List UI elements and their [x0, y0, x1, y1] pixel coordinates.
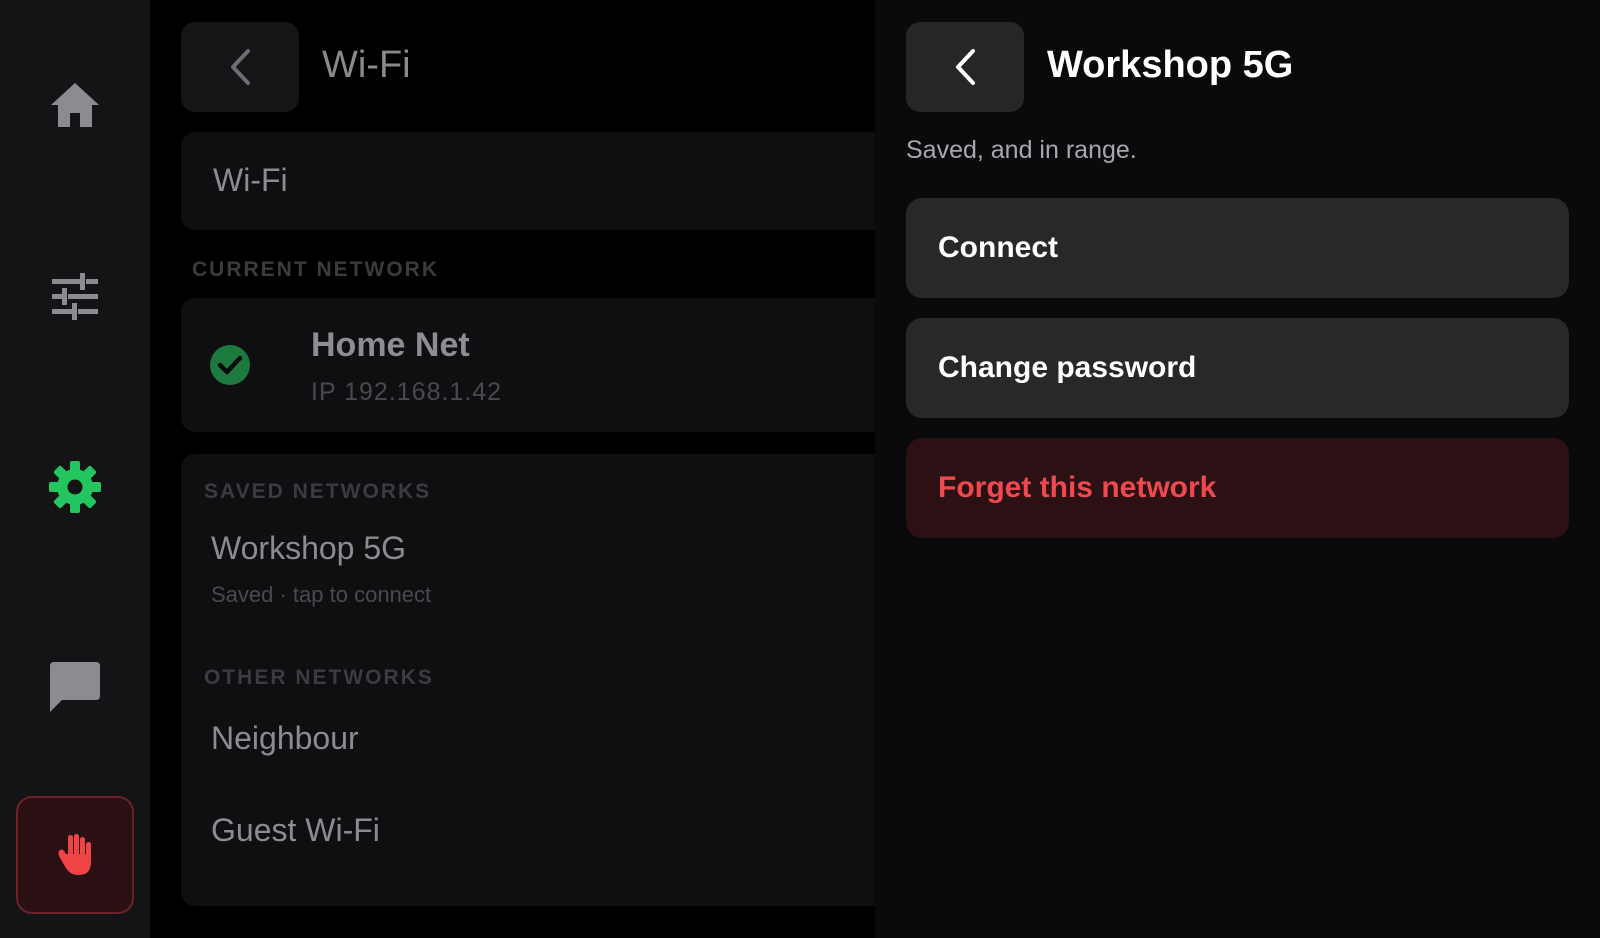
list-item[interactable]: Guest Wi-Fi: [211, 812, 380, 849]
detail-back-button[interactable]: [906, 22, 1024, 112]
connect-button[interactable]: Connect: [906, 198, 1569, 298]
other-networks-heading: OTHER NETWORKS: [204, 666, 434, 689]
networks-card: SAVED NETWORKS Workshop 5G Saved · tap t…: [181, 454, 901, 906]
wifi-toggle-label: Wi-Fi: [213, 162, 288, 198]
emergency-stop-button[interactable]: [16, 796, 134, 914]
sidebar: [0, 0, 150, 938]
forget-network-button[interactable]: Forget this network: [906, 438, 1569, 538]
home-icon: [51, 83, 99, 127]
network-detail-panel: Workshop 5G Saved, and in range. Connect…: [875, 0, 1600, 938]
check-circle-icon: [210, 345, 250, 385]
list-item[interactable]: Neighbour: [211, 720, 359, 757]
sidebar-item-settings[interactable]: [16, 428, 134, 546]
chat-icon: [50, 662, 100, 712]
wifi-list-panel: Wi-Fi Wi-Fi CURRENT NETWORK Home Net IP …: [150, 0, 901, 938]
chevron-left-icon: [231, 49, 250, 85]
chevron-left-icon: [956, 49, 975, 85]
change-password-button[interactable]: Change password: [906, 318, 1569, 418]
sidebar-item-home[interactable]: [16, 46, 134, 164]
current-network-card[interactable]: Home Net IP 192.168.1.42: [181, 298, 901, 432]
saved-networks-heading: SAVED NETWORKS: [204, 480, 432, 503]
hand-stop-icon: [58, 834, 91, 875]
saved-network-status: Saved · tap to connect: [211, 582, 432, 607]
current-network-name: Home Net: [311, 326, 470, 364]
sidebar-item-controls[interactable]: [16, 238, 134, 356]
current-network-heading: CURRENT NETWORK: [192, 258, 439, 281]
detail-title: Workshop 5G: [1047, 44, 1294, 86]
wifi-back-button[interactable]: [181, 22, 299, 112]
gear-icon: [49, 461, 101, 513]
wifi-page-title: Wi-Fi: [322, 44, 411, 86]
wifi-toggle-row[interactable]: Wi-Fi: [181, 132, 901, 230]
sidebar-item-messages[interactable]: [16, 628, 134, 746]
sliders-icon: [52, 273, 98, 320]
current-network-ip: IP 192.168.1.42: [311, 378, 503, 406]
detail-subtitle: Saved, and in range.: [906, 136, 1137, 164]
saved-network-name: Workshop 5G: [211, 530, 407, 566]
